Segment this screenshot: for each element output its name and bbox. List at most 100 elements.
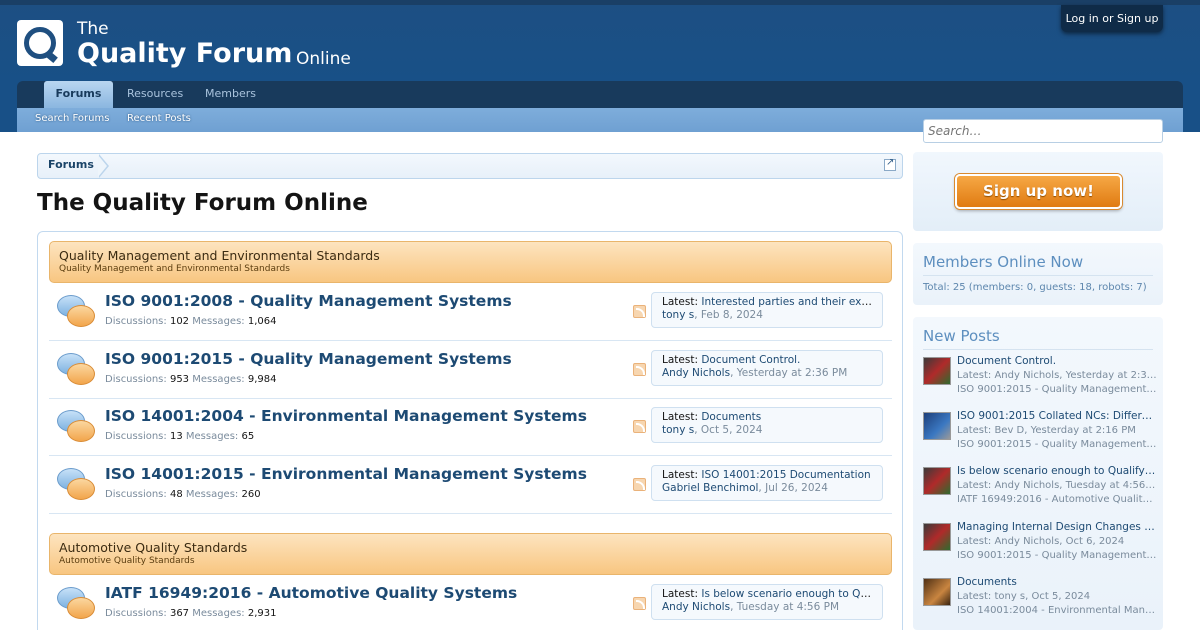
forum-stats: Discussions: 13 Messages: 65 <box>105 431 254 442</box>
latest-post: Latest: Documents tony s, Oct 5, 2024 <box>651 407 883 443</box>
tab-forums[interactable]: Forums <box>44 81 113 109</box>
category-title[interactable]: Quality Management and Environmental Sta… <box>59 248 380 263</box>
messages-count: 65 <box>241 431 255 442</box>
forum-node: ISO 9001:2008 - Quality Management Syste… <box>49 283 892 341</box>
latest-thread-link[interactable]: Interested parties and their expe… <box>701 296 872 308</box>
breadcrumb-forums[interactable]: Forums <box>38 154 104 178</box>
discussions-count: 102 <box>169 316 190 327</box>
search-input[interactable] <box>923 119 1163 143</box>
forum-title[interactable]: ISO 14001:2015 - Environmental Managemen… <box>105 465 587 483</box>
logo-icon[interactable] <box>17 20 63 66</box>
new-post-title[interactable]: Managing Internal Design Changes for … <box>957 521 1157 533</box>
messages-label: Messages: <box>192 608 245 619</box>
forum-bubbles-icon <box>57 353 95 389</box>
new-post-forum[interactable]: IATF 16949:2016 - Automotive Quality… <box>957 494 1157 505</box>
latest-author-link[interactable]: tony s <box>662 309 694 321</box>
signup-panel: Sign up now! <box>913 152 1163 231</box>
breadcrumb: Forums <box>37 153 903 179</box>
new-post-item: Document Control. Latest: Andy Nichols, … <box>923 355 1157 405</box>
search-forums-link[interactable]: Search Forums <box>35 108 109 130</box>
discussions-count: 953 <box>169 374 190 385</box>
discussions-count: 367 <box>169 608 190 619</box>
latest-post: Latest: Interested parties and their exp… <box>651 292 883 328</box>
category-title[interactable]: Automotive Quality Standards <box>59 540 247 555</box>
new-post-title[interactable]: ISO 9001:2015 Collated NCs: Different… <box>957 410 1157 422</box>
new-post-forum[interactable]: ISO 14001:2004 - Environmental Mana… <box>957 605 1157 616</box>
avatar[interactable] <box>923 467 951 495</box>
new-post-forum[interactable]: ISO 9001:2015 - Quality Management … <box>957 439 1157 450</box>
recent-posts-link[interactable]: Recent Posts <box>127 108 191 130</box>
signup-button[interactable]: Sign up now! <box>955 174 1122 209</box>
forum-stats: Discussions: 367 Messages: 2,931 <box>105 608 276 619</box>
forum-bubbles-icon <box>57 587 95 623</box>
forum-bubbles-icon <box>57 295 95 331</box>
avatar[interactable] <box>923 523 951 551</box>
latest-post: Latest: Document Control. Andy Nichols, … <box>651 350 883 386</box>
forum-stats: Discussions: 48 Messages: 260 <box>105 489 261 500</box>
discussions-label: Discussions: <box>105 489 167 500</box>
messages-label: Messages: <box>192 316 245 327</box>
latest-thread-link[interactable]: Document Control. <box>701 354 800 366</box>
latest-thread-link[interactable]: Documents <box>701 411 761 423</box>
rss-icon[interactable] <box>633 305 646 318</box>
forum-stats: Discussions: 953 Messages: 9,984 <box>105 374 276 385</box>
members-online-block: Members Online Now Total: 25 (members: 0… <box>913 243 1163 305</box>
new-post-title[interactable]: Document Control. <box>957 355 1157 367</box>
latest-label: Latest: <box>662 469 698 481</box>
members-online-total: Total: 25 (members: 0, guests: 18, robot… <box>923 282 1147 293</box>
forum-stats: Discussions: 102 Messages: 1,064 <box>105 316 276 327</box>
discussions-label: Discussions: <box>105 374 167 385</box>
new-post-forum[interactable]: ISO 9001:2015 - Quality Management … <box>957 550 1157 561</box>
latest-date: Oct 5, 2024 <box>700 424 763 436</box>
members-online-title[interactable]: Members Online Now <box>923 243 1153 276</box>
discussions-label: Discussions: <box>105 431 167 442</box>
category-header: Automotive Quality Standards Automotive … <box>49 533 892 575</box>
new-post-meta: Latest: Bev D, Yesterday at 2:16 PM <box>957 425 1136 436</box>
new-post-item: Managing Internal Design Changes for … L… <box>923 521 1157 571</box>
latest-date: Jul 26, 2024 <box>765 482 828 494</box>
avatar[interactable] <box>923 578 951 606</box>
logo-the[interactable]: The <box>77 19 109 39</box>
latest-author-link[interactable]: Andy Nichols <box>662 601 730 613</box>
discussions-label: Discussions: <box>105 316 167 327</box>
category-description: Automotive Quality Standards <box>59 556 195 566</box>
rss-icon[interactable] <box>633 363 646 376</box>
rss-icon[interactable] <box>633 420 646 433</box>
messages-label: Messages: <box>185 431 239 442</box>
rss-icon[interactable] <box>633 478 646 491</box>
logo-title[interactable]: Quality Forum <box>77 38 292 69</box>
logo-online[interactable]: Online <box>296 49 351 69</box>
latest-post: Latest: ISO 14001:2015 Documentation Gab… <box>651 465 883 501</box>
new-post-meta: Latest: Andy Nichols, Yesterday at 2:3… <box>957 370 1157 381</box>
forum-node: ISO 9001:2015 - Quality Management Syste… <box>49 341 892 399</box>
new-posts-title[interactable]: New Posts <box>923 317 1153 350</box>
latest-author-link[interactable]: tony s <box>662 424 694 436</box>
avatar[interactable] <box>923 357 951 385</box>
latest-label: Latest: <box>662 411 698 423</box>
new-posts-block: New Posts Document Control. Latest: Andy… <box>913 317 1163 630</box>
forum-title[interactable]: IATF 16949:2016 - Automotive Quality Sys… <box>105 584 517 602</box>
rss-icon[interactable] <box>633 597 646 610</box>
latest-thread-link[interactable]: Is below scenario enough to Qual… <box>701 588 872 600</box>
new-post-meta: Latest: tony s, Oct 5, 2024 <box>957 591 1091 602</box>
avatar[interactable] <box>923 412 951 440</box>
latest-author-link[interactable]: Gabriel Benchimol <box>662 482 758 494</box>
forum-title[interactable]: ISO 9001:2008 - Quality Management Syste… <box>105 292 512 310</box>
category-description: Quality Management and Environmental Sta… <box>59 264 290 274</box>
new-post-title[interactable]: Documents <box>957 576 1157 588</box>
forum-list: Quality Management and Environmental Sta… <box>37 231 903 630</box>
new-post-title[interactable]: Is below scenario enough to Qualify f… <box>957 465 1157 477</box>
new-post-forum[interactable]: ISO 9001:2015 - Quality Management … <box>957 384 1157 395</box>
login-signup-button[interactable]: Log in or Sign up <box>1061 5 1163 32</box>
latest-author-link[interactable]: Andy Nichols <box>662 367 730 379</box>
forum-bubbles-icon <box>57 410 95 446</box>
tab-resources[interactable]: Resources <box>113 81 197 109</box>
forum-title[interactable]: ISO 9001:2015 - Quality Management Syste… <box>105 350 512 368</box>
latest-label: Latest: <box>662 588 698 600</box>
jump-to-icon[interactable] <box>884 157 896 171</box>
discussions-label: Discussions: <box>105 608 167 619</box>
tab-members[interactable]: Members <box>191 81 270 109</box>
forum-title[interactable]: ISO 14001:2004 - Environmental Managemen… <box>105 407 587 425</box>
breadcrumb-arrow-icon <box>98 154 109 178</box>
latest-thread-link[interactable]: ISO 14001:2015 Documentation <box>701 469 870 481</box>
